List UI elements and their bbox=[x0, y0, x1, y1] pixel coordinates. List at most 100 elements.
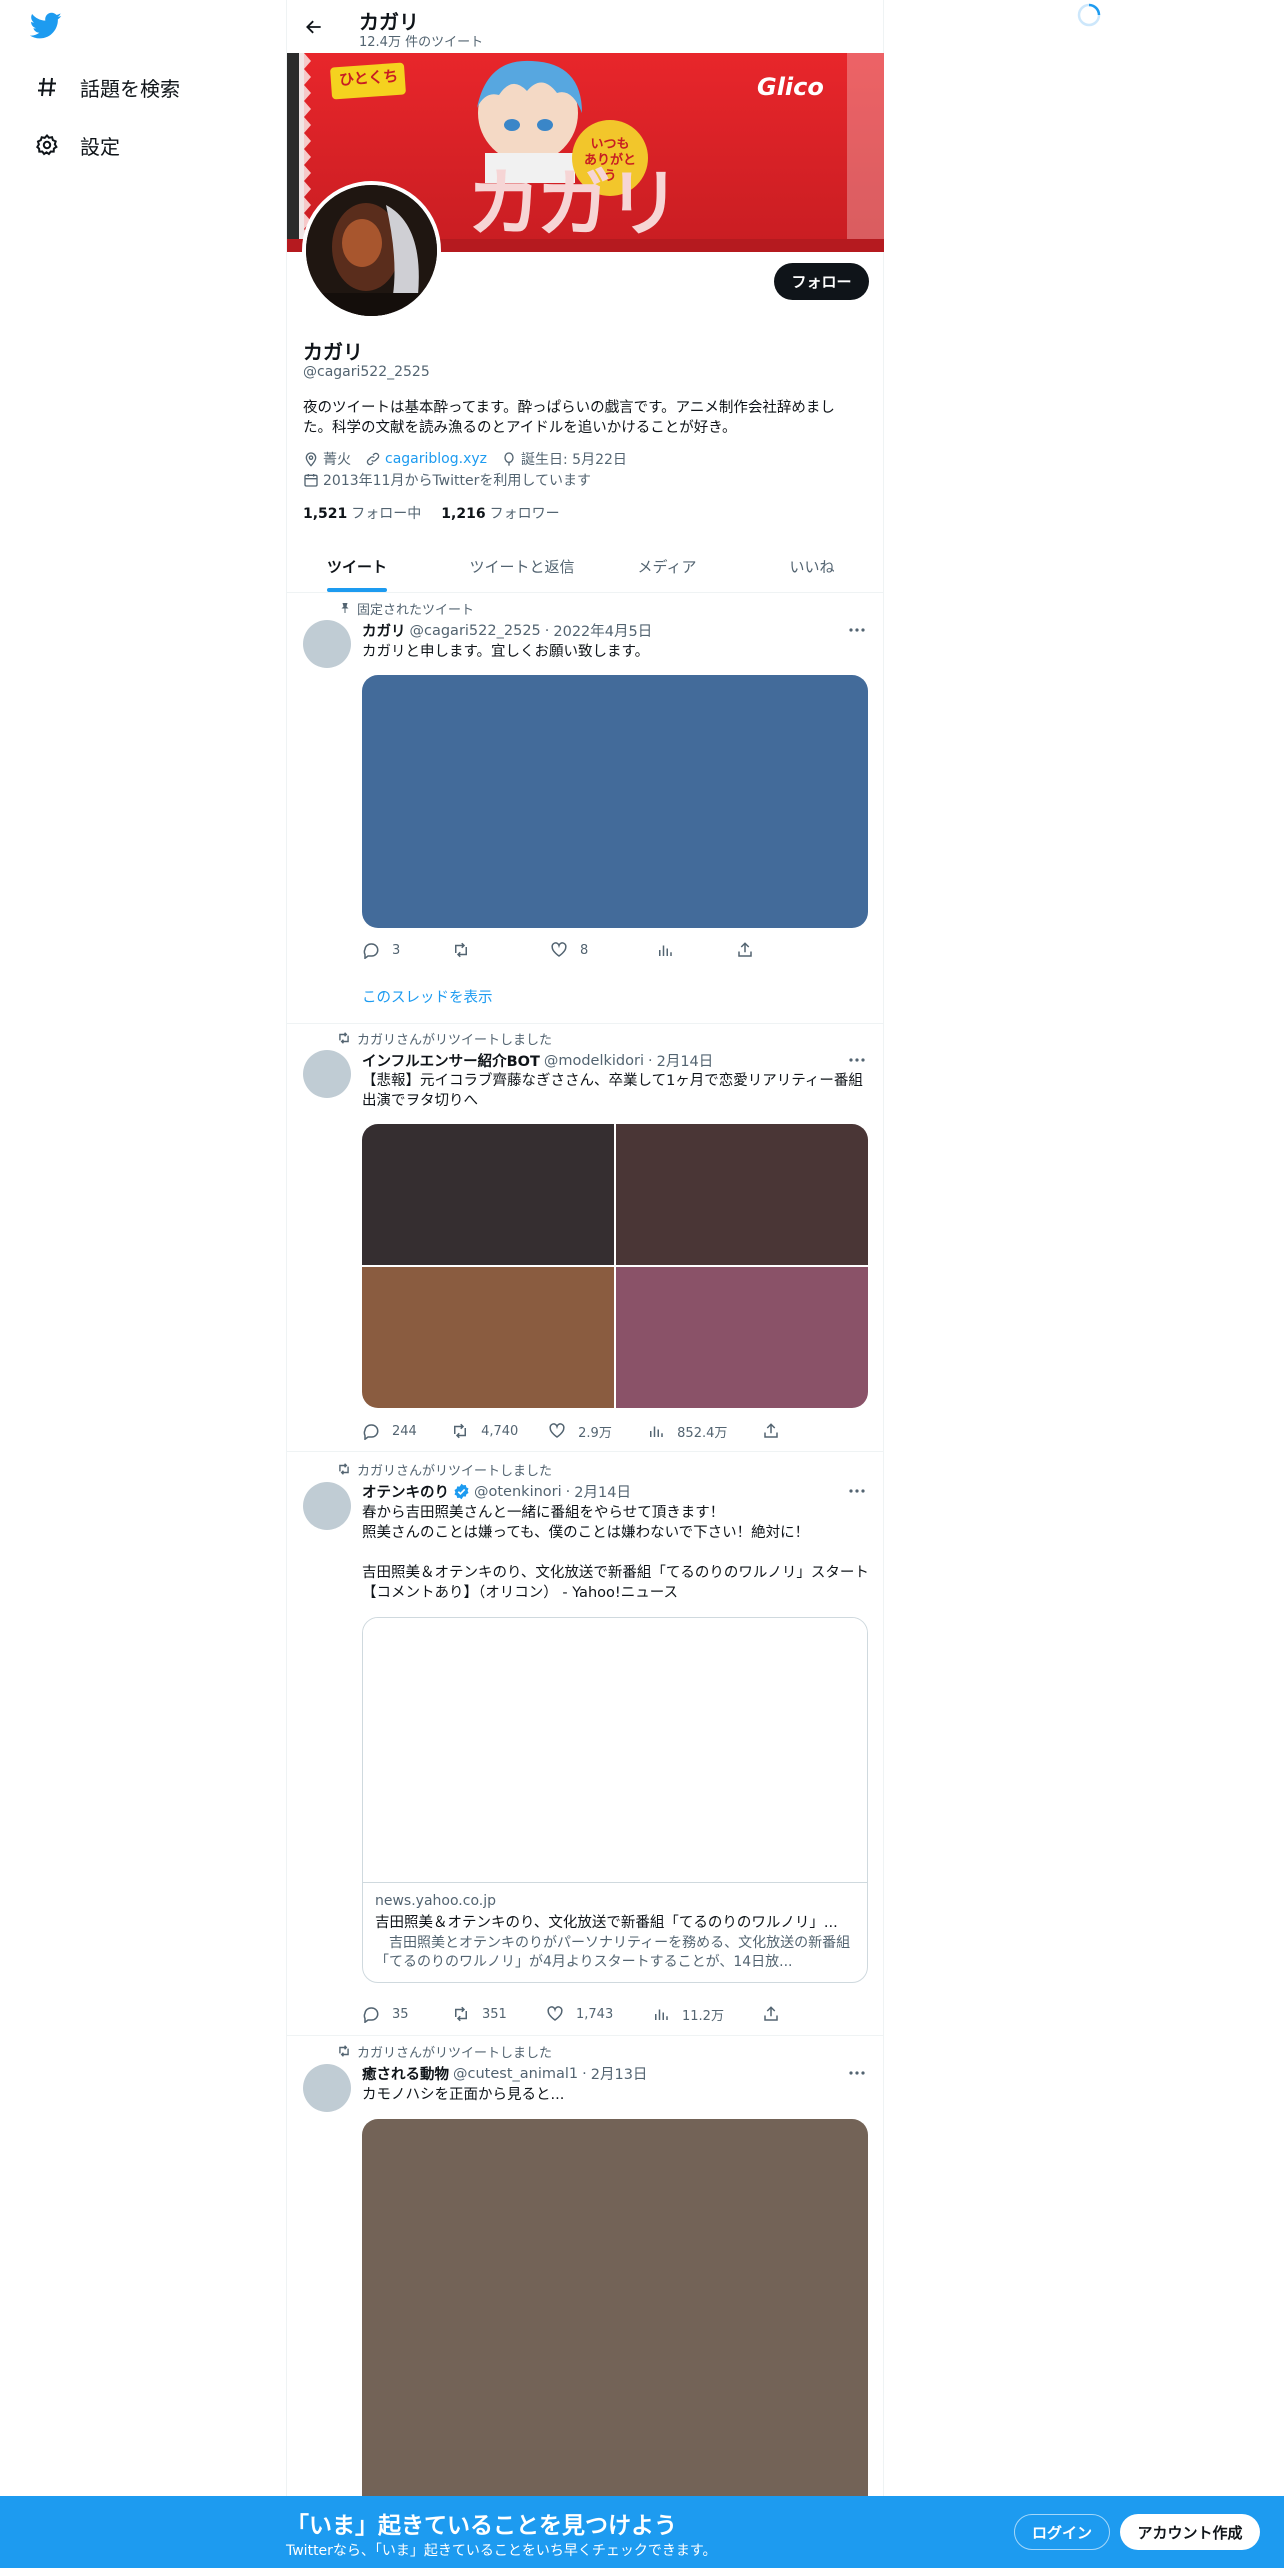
more-options-icon[interactable] bbox=[847, 1050, 867, 1070]
tab-tweets-label: ツイート bbox=[326, 558, 387, 576]
link-preview-card[interactable]: news.yahoo.co.jp 吉田照美＆オテンキのり、文化放送で新番組「てる… bbox=[362, 1617, 868, 1983]
media-image[interactable] bbox=[616, 1124, 868, 1265]
like-count: 2.9万 bbox=[578, 1425, 612, 1441]
view-count: 11.2万 bbox=[682, 2008, 724, 2024]
media-image[interactable] bbox=[362, 1267, 614, 1408]
share-button[interactable] bbox=[762, 2005, 792, 2023]
tweet-author-name[interactable]: オテンキのり bbox=[362, 1481, 449, 1502]
views-button[interactable] bbox=[656, 941, 736, 959]
signup-prompt-bar: 「いま」起きていることを見つけよう Twitterなら、「いま」起きていることを… bbox=[0, 2496, 1284, 2568]
tweet-media[interactable] bbox=[362, 2119, 868, 2559]
reply-count: 3 bbox=[392, 942, 401, 958]
tab-media[interactable]: メディア bbox=[597, 540, 737, 593]
tweet-date[interactable]: 2022年4月5日 bbox=[553, 620, 652, 641]
tweet-date[interactable]: 2月14日 bbox=[657, 1050, 714, 1071]
tweet-context-label: カガリさんがリツイートしました bbox=[357, 2046, 553, 2061]
retweet-button[interactable]: 351 bbox=[452, 2005, 546, 2023]
back-arrow-icon[interactable] bbox=[299, 12, 329, 42]
more-options-icon[interactable] bbox=[847, 620, 867, 640]
header-tweet-count: 12.4万 件のツイート bbox=[359, 35, 484, 50]
views-button[interactable]: 852.4万 bbox=[647, 1422, 762, 1441]
heart-icon bbox=[546, 2005, 564, 2023]
reply-icon bbox=[362, 941, 380, 959]
avatar[interactable] bbox=[303, 620, 351, 668]
tweet-media-grid bbox=[362, 1124, 868, 1408]
nav-settings[interactable]: 設定 bbox=[34, 125, 120, 165]
views-button[interactable]: 11.2万 bbox=[652, 2005, 762, 2024]
like-button[interactable]: 1,743 bbox=[546, 2005, 652, 2023]
tweet-item[interactable]: カガリさんがリツイートしました インフルエンサー紹介BOT @modelkido… bbox=[287, 1024, 883, 1452]
nav-explore[interactable]: 話題を検索 bbox=[34, 67, 180, 107]
profile-name: カガリ bbox=[303, 340, 363, 364]
profile-tabs: ツイート ツイートと返信 メディア いいね bbox=[287, 540, 883, 593]
loading-spinner-icon bbox=[1076, 2, 1102, 28]
tweet-text: カモノハシを正面から見ると... bbox=[362, 2087, 565, 2103]
tweet-author-handle: @cagari522_2525 bbox=[409, 622, 541, 639]
following-label: フォロー中 bbox=[351, 506, 422, 522]
profile-avatar[interactable] bbox=[302, 181, 441, 320]
more-options-icon[interactable] bbox=[847, 2063, 867, 2083]
followers-label: フォロワー bbox=[489, 506, 560, 522]
tweet-author-name[interactable]: カガリ bbox=[362, 620, 406, 641]
like-button[interactable]: 2.9万 bbox=[548, 1422, 647, 1441]
avatar[interactable] bbox=[303, 2064, 351, 2112]
retweet-icon bbox=[452, 2005, 470, 2023]
create-account-button[interactable]: アカウント作成 bbox=[1120, 2514, 1260, 2550]
retweet-count: 4,740 bbox=[481, 1423, 519, 1439]
twitter-bird-icon[interactable] bbox=[29, 12, 66, 44]
signup-prompt-title: 「いま」起きていることを見つけよう bbox=[286, 2513, 677, 2539]
like-button[interactable]: 8 bbox=[550, 941, 656, 959]
reply-count: 244 bbox=[392, 1423, 417, 1439]
link-icon bbox=[365, 451, 381, 467]
more-options-icon[interactable] bbox=[847, 1481, 867, 1501]
tweet-context-label: 固定されたツイート bbox=[357, 603, 475, 618]
tweet-item[interactable]: カガリさんがリツイートしました オテンキのり @otenkinori · 2月1… bbox=[287, 1452, 883, 2036]
tab-replies-label: ツイートと返信 bbox=[469, 558, 575, 576]
gear-icon bbox=[34, 132, 60, 158]
reply-button[interactable]: 3 bbox=[362, 941, 452, 959]
media-image[interactable] bbox=[616, 1267, 868, 1408]
retweet-icon bbox=[335, 1031, 351, 1047]
share-button[interactable] bbox=[736, 941, 766, 959]
tweet-author-handle: @cutest_animal1 bbox=[453, 2065, 579, 2082]
tweet-author-name[interactable]: 癒される動物 bbox=[362, 2063, 449, 2084]
heart-icon bbox=[550, 941, 568, 959]
tab-likes[interactable]: いいね bbox=[742, 540, 882, 593]
login-button[interactable]: ログイン bbox=[1014, 2514, 1110, 2550]
tab-likes-label: いいね bbox=[789, 558, 835, 576]
reply-button[interactable]: 244 bbox=[362, 1422, 451, 1440]
followers-stat[interactable]: 1,216 フォロワー bbox=[441, 503, 559, 523]
banner-product-text: カガリ bbox=[467, 161, 681, 247]
tweet-author-name[interactable]: インフルエンサー紹介BOT bbox=[362, 1050, 540, 1071]
profile-stats: 1,521 フォロー中 1,216 フォロワー bbox=[303, 503, 580, 523]
profile-website-link[interactable]: cagariblog.xyz bbox=[385, 451, 487, 467]
share-button[interactable] bbox=[762, 1422, 792, 1440]
card-description: 吉田照美とオテンキのりがパーソナリティーを務める、文化放送の新番組「てるのりのワ… bbox=[375, 1935, 851, 1970]
retweet-button[interactable] bbox=[452, 941, 550, 959]
tab-tweets[interactable]: ツイート bbox=[287, 540, 427, 593]
retweet-icon bbox=[335, 1462, 351, 1478]
tab-replies[interactable]: ツイートと返信 bbox=[452, 540, 592, 593]
card-image bbox=[363, 1618, 867, 1883]
avatar[interactable] bbox=[303, 1482, 351, 1530]
tweet-item[interactable]: カガリさんがリツイートしました 癒される動物 @cutest_animal1 ·… bbox=[287, 2036, 883, 2568]
avatar[interactable] bbox=[303, 1050, 351, 1098]
follow-button[interactable]: フォロー bbox=[774, 263, 869, 300]
profile-birthday: 誕生日: 5月22日 bbox=[521, 452, 627, 468]
bar-chart-icon bbox=[652, 2005, 670, 2023]
tweet-text: カガリと申します。宜しくお願い致します。 bbox=[362, 644, 650, 660]
tweet-media[interactable] bbox=[362, 675, 868, 928]
profile-meta-row: 菁火 cagariblog.xyz 誕生日: 5月22日 bbox=[303, 449, 627, 469]
show-thread-link[interactable]: このスレッドを表示 bbox=[362, 986, 493, 1007]
media-image[interactable] bbox=[362, 1124, 614, 1265]
reply-button[interactable]: 35 bbox=[362, 2005, 452, 2023]
retweet-button[interactable]: 4,740 bbox=[451, 1422, 548, 1440]
share-icon bbox=[736, 941, 754, 959]
tweet-date[interactable]: 2月14日 bbox=[574, 1481, 631, 1502]
following-stat[interactable]: 1,521 フォロー中 bbox=[303, 503, 421, 523]
tweet-item[interactable]: 固定されたツイート カガリ @cagari522_2525 · 2022年4月5… bbox=[287, 593, 883, 1024]
like-count: 8 bbox=[580, 942, 589, 958]
tweet-date[interactable]: 2月13日 bbox=[591, 2063, 648, 2084]
location-pin-icon bbox=[303, 451, 319, 467]
card-domain: news.yahoo.co.jp bbox=[375, 1893, 496, 1909]
